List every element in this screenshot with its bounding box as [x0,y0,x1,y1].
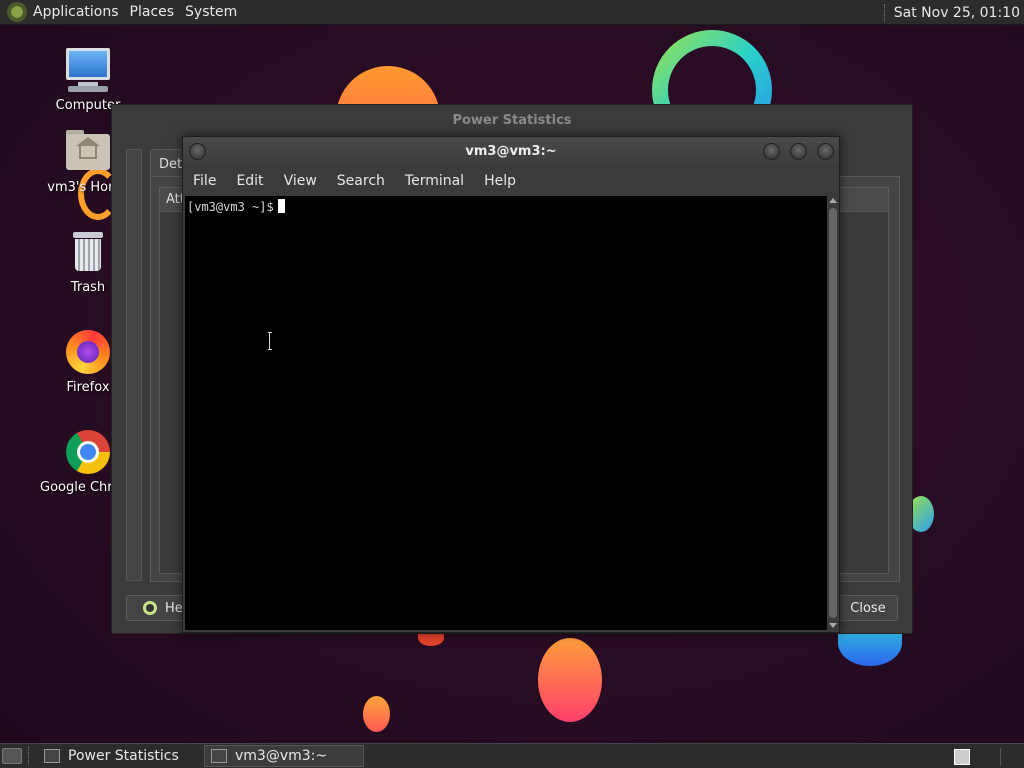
show-desktop-icon[interactable] [2,748,22,764]
menu-help[interactable]: Help [484,173,516,189]
shell-prompt: [vm3@vm3 ~]$ [187,200,274,214]
terminal-output[interactable]: [vm3@vm3 ~]$ [185,196,827,630]
top-panel: Applications Places System Sat Nov 25, 0… [0,0,1024,25]
minimize-button[interactable] [763,143,780,160]
menu-terminal[interactable]: Terminal [405,173,464,189]
task-power-statistics[interactable]: Power Statistics [38,745,198,767]
task-label: vm3@vm3:~ [235,748,328,764]
window-title: vm3@vm3:~ [465,144,557,159]
device-list-panel[interactable] [126,149,142,581]
help-button-label: He [165,600,183,616]
terminal-menubar: File Edit View Search Terminal Help [183,167,839,195]
window-menu-button[interactable] [189,143,206,160]
text-cursor [277,199,285,213]
terminal-titlebar[interactable]: vm3@vm3:~ [183,137,839,167]
panel-handle [28,747,32,765]
menu-edit[interactable]: Edit [236,173,263,189]
menu-view[interactable]: View [284,173,317,189]
window-title[interactable]: Power Statistics [112,105,912,137]
scroll-up-arrow-icon[interactable] [829,198,837,203]
terminal-window: vm3@vm3:~ File Edit View Search Terminal… [182,136,840,633]
wallpaper-bubble [363,696,390,732]
clock[interactable]: Sat Nov 25, 01:10 [883,0,1024,25]
wallpaper-bubble [538,638,602,722]
workspace-1[interactable] [954,748,970,765]
menu-search[interactable]: Search [337,173,385,189]
menu-file[interactable]: File [193,173,216,189]
task-terminal[interactable]: vm3@vm3:~ [204,745,364,767]
menu-applications[interactable]: Applications [33,4,129,20]
workspace-switcher [954,744,1024,768]
help-icon [143,601,157,615]
desktop-icon-computer[interactable]: Computer [40,46,136,113]
trash-icon [64,228,112,276]
terminal-scrollbar[interactable] [827,196,839,630]
close-button[interactable]: Close [838,595,898,621]
terminal-app-icon [211,749,227,763]
menu-system[interactable]: System [185,4,247,20]
home-folder-icon [64,128,112,176]
task-label: Power Statistics [68,748,179,764]
scroll-down-arrow-icon[interactable] [829,623,837,628]
ibeam-cursor-icon [268,332,272,350]
workspace-2[interactable] [1000,747,1020,766]
distro-logo-icon[interactable] [7,2,27,22]
firefox-icon [64,328,112,376]
menu-places[interactable]: Places [130,4,185,20]
scrollbar-thumb[interactable] [829,208,837,618]
panel-separator [883,3,886,22]
clock-label: Sat Nov 25, 01:10 [893,4,1020,21]
close-window-button[interactable] [817,143,834,160]
bottom-taskbar: Power Statistics vm3@vm3:~ [0,743,1024,768]
chrome-icon [64,428,112,476]
maximize-button[interactable] [790,143,807,160]
power-statistics-app-icon [44,749,60,763]
computer-icon [64,46,112,94]
